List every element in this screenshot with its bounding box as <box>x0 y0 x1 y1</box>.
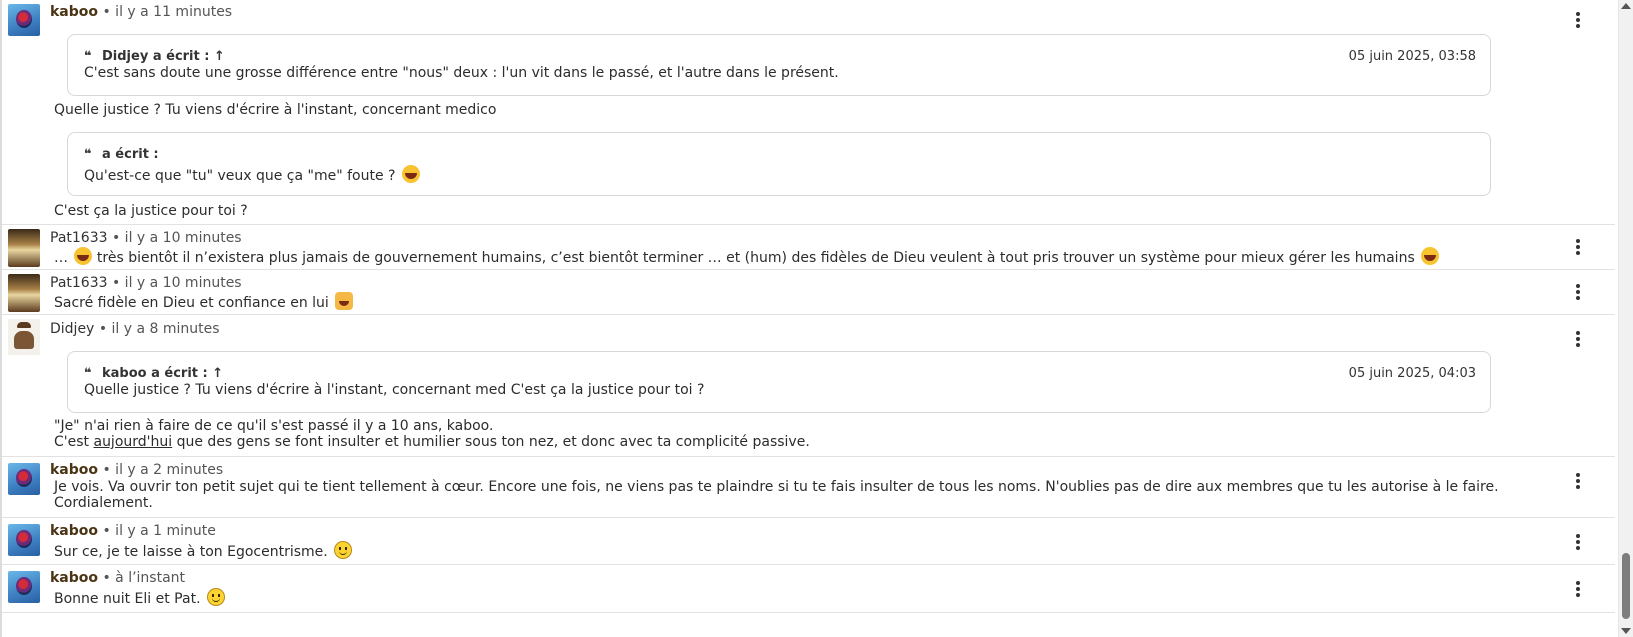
post-meta: Didjey • il y a 8 minutes <box>50 321 220 337</box>
avatar[interactable] <box>8 229 40 267</box>
quote-text: C'est sans doute une grosse différence e… <box>84 65 839 81</box>
joy-emoji-icon <box>1421 247 1440 265</box>
post: kaboo • il y a 2 minutes Je vois. Va ouv… <box>2 457 1615 518</box>
post-meta: kaboo • il y a 2 minutes <box>50 462 223 478</box>
post: kaboo • à l’instant Bonne nuit Eli et Pa… <box>2 565 1615 613</box>
quote-icon: ❝ <box>84 147 92 162</box>
post-text-content: C'est <box>54 434 94 450</box>
quote-date: 05 juin 2025, 03:58 <box>1348 49 1476 64</box>
post-text: C'est aujourd'hui que des gens se font i… <box>54 434 810 450</box>
post-text: C'est ça la justice pour toi ? <box>54 203 248 219</box>
post-menu-button[interactable] <box>1571 534 1585 552</box>
avatar[interactable] <box>8 4 40 36</box>
post-menu-button[interactable] <box>1571 473 1585 491</box>
post-time: • il y a 10 minutes <box>111 275 242 291</box>
post-time: • il y a 1 minute <box>102 523 216 539</box>
quote-text: Quelle justice ? Tu viens d'écrire à l'i… <box>84 382 705 398</box>
post-time: • il y a 8 minutes <box>98 321 220 337</box>
post-meta: kaboo • il y a 11 minutes <box>50 4 232 20</box>
avatar[interactable] <box>8 274 40 312</box>
post-time: • à l’instant <box>102 570 186 586</box>
kebab-menu-icon <box>1576 284 1580 288</box>
post-text-content: que des gens se font insulter et humilie… <box>172 434 810 450</box>
author-link[interactable]: Didjey <box>50 321 94 337</box>
post-text: Sur ce, je te laisse à ton Egocentrisme. <box>54 541 353 560</box>
avatar[interactable] <box>8 571 40 603</box>
post-meta: kaboo • à l’instant <box>50 570 185 586</box>
post: kaboo • il y a 11 minutes ❝ Didjey a écri… <box>2 0 1615 225</box>
smile-emoji-icon <box>334 541 353 559</box>
author-link[interactable]: kaboo <box>50 462 98 478</box>
post-prefix: … <box>54 250 68 266</box>
author-link[interactable]: Pat1633 <box>50 230 108 246</box>
post-text: Je vois. Va ouvrir ton petit sujet qui t… <box>54 479 1499 495</box>
quote-author[interactable]: Didjey a écrit : ↑ <box>102 49 225 64</box>
scroll-up-arrow-icon[interactable] <box>1621 3 1631 9</box>
laugh-emoji-icon <box>401 165 420 183</box>
quote-text-content: Qu'est-ce que "tu" veux que ça "me" fout… <box>84 168 396 184</box>
post-menu-button[interactable] <box>1571 331 1585 349</box>
quote-text: Qu'est-ce que "tu" veux que ça "me" fout… <box>84 165 420 184</box>
avatar[interactable] <box>8 524 40 556</box>
post-time: • il y a 10 minutes <box>111 230 242 246</box>
quote-author: a écrit : <box>102 147 159 162</box>
author-link[interactable]: kaboo <box>50 570 98 586</box>
kebab-menu-icon <box>1576 473 1580 477</box>
post-time: • il y a 2 minutes <box>102 462 224 478</box>
post-menu-button[interactable] <box>1571 581 1585 599</box>
quote-icon: ❝ <box>84 49 92 64</box>
author-link[interactable]: kaboo <box>50 4 98 20</box>
post-text-content: Sur ce, je te laisse à ton Egocentrisme. <box>54 544 328 560</box>
post-text-content: Sacré fidèle en Dieu et confiance en lui <box>54 295 329 311</box>
post-menu-button[interactable] <box>1571 284 1585 302</box>
post-text: Bonne nuit Eli et Pat. <box>54 588 225 607</box>
kebab-menu-icon <box>1576 331 1580 335</box>
quote-block: ❝ kaboo a écrit : ↑ 05 juin 2025, 04:03 Q… <box>67 351 1491 413</box>
post: kaboo • il y a 1 minute Sur ce, je te la… <box>2 518 1615 565</box>
author-link[interactable]: kaboo <box>50 523 98 539</box>
post-menu-button[interactable] <box>1571 12 1585 30</box>
aujourdhui-link[interactable]: aujourd'hui <box>93 434 172 450</box>
kebab-menu-icon <box>1576 12 1580 16</box>
post: Didjey • il y a 8 minutes ❝ kaboo a écrit… <box>2 315 1615 457</box>
post-text: Cordialement. <box>54 495 153 511</box>
post-text: Quelle justice ? Tu viens d'écrire à l'i… <box>54 102 497 118</box>
avatar[interactable] <box>8 319 40 355</box>
quote-block: ❝ Didjey a écrit : ↑ 05 juin 2025, 03:58 … <box>67 34 1491 96</box>
post-meta: Pat1633 • il y a 10 minutes <box>50 230 242 246</box>
kebab-menu-icon <box>1576 534 1580 538</box>
smile-emoji-icon <box>206 588 225 606</box>
scrollbar-thumb[interactable] <box>1622 553 1630 619</box>
quote-author[interactable]: kaboo a écrit : ↑ <box>102 366 223 381</box>
kebab-menu-icon <box>1576 581 1580 585</box>
post-time: • il y a 11 minutes <box>102 4 233 20</box>
post-text-content: très bientôt il n’existera plus jamais d… <box>96 250 1415 266</box>
post: Pat1633 • il y a 10 minutes … très bient… <box>2 225 1615 270</box>
scroll-down-arrow-icon[interactable] <box>1621 628 1631 634</box>
kebab-menu-icon <box>1576 239 1580 243</box>
quote-date: 05 juin 2025, 04:03 <box>1348 366 1476 381</box>
quote-header: ❝ kaboo a écrit : ↑ <box>84 366 223 381</box>
avatar[interactable] <box>8 463 40 495</box>
post-text-content: Bonne nuit Eli et Pat. <box>54 591 201 607</box>
post-text: … très bientôt il n’existera plus jamais… <box>54 247 1440 266</box>
post: Pat1633 • il y a 10 minutes Sacré fidèle… <box>2 270 1615 315</box>
quote-header: ❝ a écrit : <box>84 147 159 162</box>
post-meta: kaboo • il y a 1 minute <box>50 523 216 539</box>
quote-icon: ❝ <box>84 366 92 381</box>
post-menu-button[interactable] <box>1571 239 1585 257</box>
cat-joy-emoji-icon <box>335 292 354 310</box>
post-meta: Pat1633 • il y a 10 minutes <box>50 275 242 291</box>
author-link[interactable]: Pat1633 <box>50 275 108 291</box>
quote-header: ❝ Didjey a écrit : ↑ <box>84 49 225 64</box>
post-text: "Je" n'ai rien à faire de ce qu'il s'est… <box>54 418 494 434</box>
post-text: Sacré fidèle en Dieu et confiance en lui <box>54 292 354 311</box>
quote-block: ❝ a écrit : Qu'est-ce que "tu" veux que … <box>67 132 1491 196</box>
rofl-emoji-icon <box>74 247 93 265</box>
vertical-scrollbar[interactable] <box>1618 0 1633 637</box>
comment-feed: kaboo • il y a 11 minutes ❝ Didjey a écri… <box>0 0 1615 637</box>
